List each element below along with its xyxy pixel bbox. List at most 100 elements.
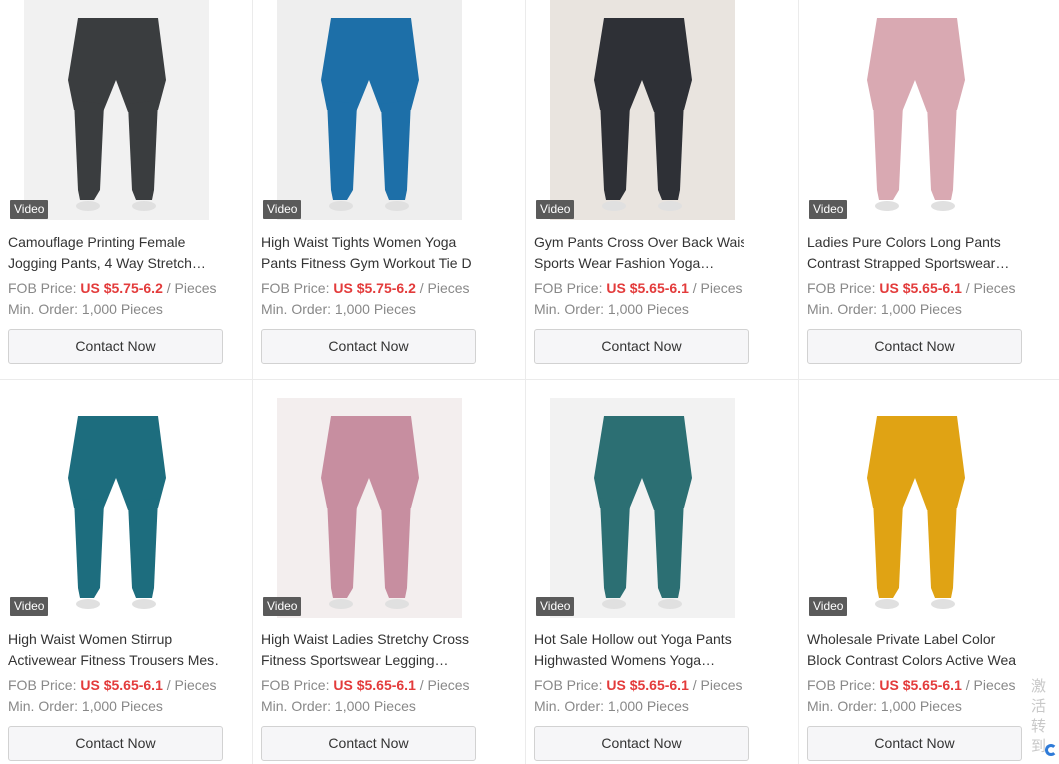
min-order-value: 1,000 Pieces	[880, 698, 962, 714]
product-title-line[interactable]: High Waist Women Stirrup	[8, 629, 218, 650]
product-image[interactable]: Video	[807, 398, 1022, 618]
product-title-line[interactable]: Pants Fitness Gym Workout Tie D…	[261, 253, 471, 274]
contact-now-button[interactable]: Contact Now	[8, 726, 223, 761]
product-title-line[interactable]: Wholesale Private Label Color	[807, 629, 1017, 650]
video-badge[interactable]: Video	[809, 200, 848, 219]
video-badge[interactable]: Video	[263, 597, 302, 616]
product-title[interactable]: Wholesale Private Label Color Block Contr…	[807, 629, 1017, 671]
price-unit: / Pieces	[162, 280, 217, 296]
contact-now-button[interactable]: Contact Now	[807, 329, 1022, 364]
fob-label: FOB Price:	[261, 677, 334, 693]
min-order-value: 1,000 Pieces	[607, 301, 689, 317]
price-value: US $5.65-6.1	[80, 677, 163, 693]
fob-label: FOB Price:	[261, 280, 334, 296]
video-badge[interactable]: Video	[10, 200, 49, 219]
price-row: FOB Price: US $5.75-6.2 / Pieces	[261, 278, 525, 299]
price-row: FOB Price: US $5.65-6.1 / Pieces	[8, 675, 252, 696]
product-image[interactable]: Video	[807, 0, 1022, 220]
contact-now-button[interactable]: Contact Now	[534, 329, 749, 364]
product-title-line[interactable]: Contrast Strapped Sportswear…	[807, 253, 1017, 274]
price-row: FOB Price: US $5.65-6.1 / Pieces	[261, 675, 525, 696]
product-card[interactable]: Video High Waist Women Stirrup Activewear …	[0, 380, 253, 764]
min-order-value: 1,000 Pieces	[334, 698, 416, 714]
product-title-line[interactable]: Gym Pants Cross Over Back Waist	[534, 232, 744, 253]
leggings-illustration	[24, 0, 209, 220]
product-card[interactable]: Video Ladies Pure Colors Long Pants Contra…	[799, 0, 1059, 380]
contact-now-button[interactable]: Contact Now	[807, 726, 1022, 761]
product-title-line[interactable]: Activewear Fitness Trousers Mes…	[8, 650, 218, 671]
product-title[interactable]: Camouflage Printing Female Jogging Pants,…	[8, 232, 218, 274]
product-card[interactable]: Video Gym Pants Cross Over Back Waist Spor…	[526, 0, 799, 380]
product-image[interactable]: Video	[261, 398, 476, 618]
product-image[interactable]: Video	[534, 398, 749, 618]
fob-label: FOB Price:	[8, 280, 81, 296]
product-image[interactable]: Video	[534, 0, 749, 220]
price-value: US $5.75-6.2	[80, 280, 163, 296]
price-value: US $5.75-6.2	[333, 280, 416, 296]
product-image[interactable]: Video	[261, 0, 476, 220]
price-row: FOB Price: US $5.65-6.1 / Pieces	[807, 278, 1059, 299]
product-title-line[interactable]: Jogging Pants, 4 Way Stretch…	[8, 253, 218, 274]
video-badge[interactable]: Video	[536, 200, 575, 219]
leggings-illustration	[550, 398, 735, 618]
product-title-line[interactable]: Hot Sale Hollow out Yoga Pants	[534, 629, 744, 650]
video-badge[interactable]: Video	[809, 597, 848, 616]
product-title[interactable]: High Waist Ladies Stretchy Cross Fitness …	[261, 629, 471, 671]
min-order-value: 1,000 Pieces	[81, 301, 163, 317]
product-title[interactable]: Hot Sale Hollow out Yoga Pants Highwasted…	[534, 629, 744, 671]
product-image[interactable]: Video	[8, 0, 223, 220]
price-unit: / Pieces	[961, 280, 1016, 296]
product-title-line[interactable]: Camouflage Printing Female	[8, 232, 218, 253]
fob-label: FOB Price:	[807, 677, 880, 693]
min-order-row: Min. Order: 1,000 Pieces	[534, 299, 798, 320]
product-title-line[interactable]: Ladies Pure Colors Long Pants	[807, 232, 1017, 253]
min-order-row: Min. Order: 1,000 Pieces	[807, 696, 1059, 717]
contact-now-button[interactable]: Contact Now	[261, 329, 476, 364]
product-card[interactable]: Video Hot Sale Hollow out Yoga Pants Highw…	[526, 380, 799, 764]
product-card[interactable]: Video Wholesale Private Label Color Block …	[799, 380, 1059, 764]
contact-now-button[interactable]: Contact Now	[261, 726, 476, 761]
product-title-line[interactable]: High Waist Ladies Stretchy Cross	[261, 629, 471, 650]
fob-label: FOB Price:	[8, 677, 81, 693]
product-title-line[interactable]: Fitness Sportswear Legging…	[261, 650, 471, 671]
contact-now-button[interactable]: Contact Now	[8, 329, 223, 364]
price-value: US $5.65-6.1	[606, 280, 689, 296]
fob-label: FOB Price:	[534, 280, 607, 296]
product-title-line[interactable]: Sports Wear Fashion Yoga…	[534, 253, 744, 274]
video-badge[interactable]: Video	[536, 597, 575, 616]
price-row: FOB Price: US $5.65-6.1 / Pieces	[807, 675, 1059, 696]
min-order-label: Min. Order:	[261, 698, 335, 714]
product-card[interactable]: Video High Waist Ladies Stretchy Cross Fit…	[253, 380, 526, 764]
min-order-value: 1,000 Pieces	[607, 698, 689, 714]
product-title-line[interactable]: High Waist Tights Women Yoga	[261, 232, 471, 253]
product-title-line[interactable]: Block Contrast Colors Active Wea…	[807, 650, 1017, 671]
video-badge[interactable]: Video	[263, 200, 302, 219]
leggings-illustration	[823, 398, 1008, 618]
min-order-label: Min. Order:	[807, 698, 881, 714]
product-title[interactable]: High Waist Women Stirrup Activewear Fitne…	[8, 629, 218, 671]
price-unit: / Pieces	[415, 677, 470, 693]
product-card[interactable]: Video High Waist Tights Women Yoga Pants F…	[253, 0, 526, 380]
price-value: US $5.65-6.1	[879, 677, 962, 693]
min-order-value: 1,000 Pieces	[880, 301, 962, 317]
min-order-row: Min. Order: 1,000 Pieces	[807, 299, 1059, 320]
contact-now-button[interactable]: Contact Now	[534, 726, 749, 761]
loading-circle-icon	[1045, 744, 1057, 756]
price-value: US $5.65-6.1	[879, 280, 962, 296]
min-order-label: Min. Order:	[8, 301, 82, 317]
min-order-value: 1,000 Pieces	[81, 698, 163, 714]
min-order-label: Min. Order:	[807, 301, 881, 317]
min-order-value: 1,000 Pieces	[334, 301, 416, 317]
product-card[interactable]: Video Camouflage Printing Female Jogging P…	[0, 0, 253, 380]
price-row: FOB Price: US $5.75-6.2 / Pieces	[8, 278, 252, 299]
product-title[interactable]: Ladies Pure Colors Long Pants Contrast St…	[807, 232, 1017, 274]
price-value: US $5.65-6.1	[606, 677, 689, 693]
min-order-row: Min. Order: 1,000 Pieces	[261, 696, 525, 717]
product-title[interactable]: High Waist Tights Women Yoga Pants Fitnes…	[261, 232, 471, 274]
price-unit: / Pieces	[961, 677, 1016, 693]
product-title[interactable]: Gym Pants Cross Over Back Waist Sports We…	[534, 232, 744, 274]
product-title-line[interactable]: Highwasted Womens Yoga…	[534, 650, 744, 671]
product-image[interactable]: Video	[8, 398, 223, 618]
leggings-illustration	[277, 398, 462, 618]
video-badge[interactable]: Video	[10, 597, 49, 616]
